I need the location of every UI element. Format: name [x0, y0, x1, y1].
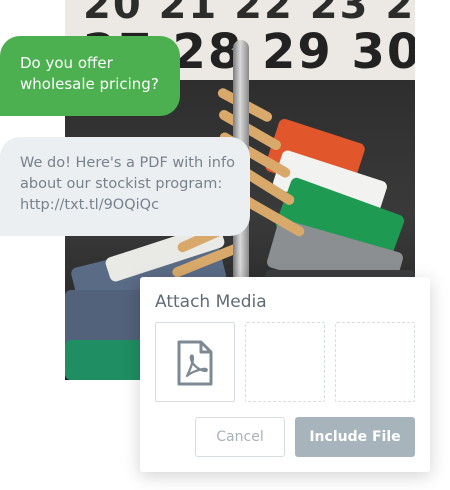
- attach-media-card: Attach Media Cancel Include File: [140, 277, 430, 472]
- incoming-message-bubble: We do! Here's a PDF with info about our …: [0, 137, 250, 236]
- garment-left-teal: [65, 340, 145, 380]
- pdf-file-icon: [177, 340, 213, 386]
- attach-media-title: Attach Media: [155, 292, 267, 312]
- sms-attach-media-screen: 20 21 22 23 2 27 28 29 30 3 Do you offer…: [0, 0, 450, 490]
- outgoing-message-bubble: Do you offer wholesale pricing?: [0, 36, 180, 116]
- media-slot-empty[interactable]: [245, 322, 325, 402]
- incoming-message-text: We do! Here's a PDF with info about our …: [20, 155, 235, 213]
- cancel-button[interactable]: Cancel: [195, 417, 285, 457]
- outgoing-message-text: Do you offer wholesale pricing?: [20, 54, 159, 93]
- media-slot-empty[interactable]: [335, 322, 415, 402]
- media-slot-pdf[interactable]: [155, 322, 235, 402]
- include-file-button[interactable]: Include File: [295, 417, 415, 457]
